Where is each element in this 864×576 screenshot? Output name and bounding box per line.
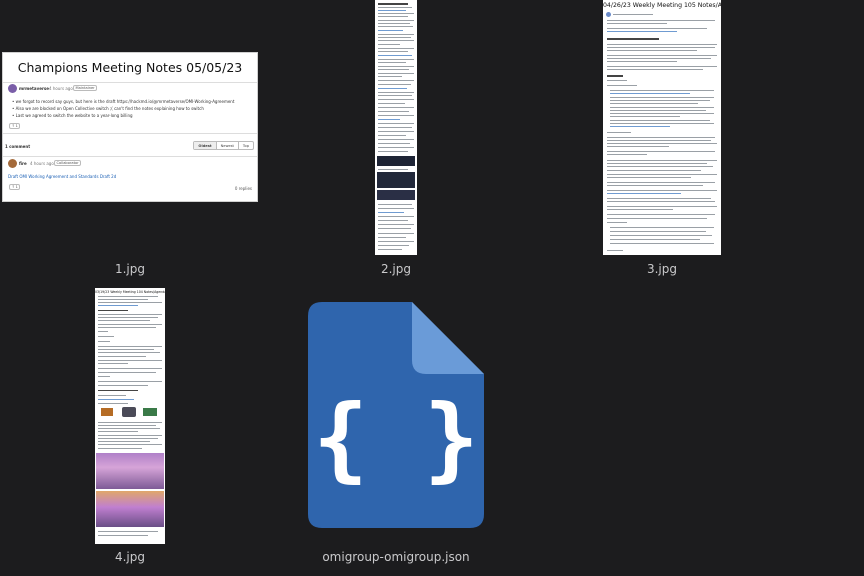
preview-title: 04/26/23 Weekly Meeting 105 Notes/Agenda (603, 2, 721, 9)
tab-oldest: Oldest (194, 142, 217, 149)
thumbnail-1[interactable]: Champions Meeting Notes 05/05/23 mrmetav… (2, 52, 258, 202)
author: mrmetaverse (19, 86, 50, 91)
timestamp: 4 hours ago (49, 86, 73, 91)
reply-role-badge: Collaborator (54, 160, 82, 166)
file-name-2: 2.jpg (380, 262, 412, 276)
reaction-button: ↑ 1 (9, 123, 21, 129)
role-badge: Maintainer (73, 85, 98, 91)
preview-title: 03/19/23 Weekly Meeting 104 Notes/Agenda (95, 290, 165, 294)
tab-top: Top (242, 143, 249, 148)
file-name-1: 1.jpg (114, 262, 146, 276)
reply-link: Draft OMI Working Agreement and Standard… (8, 174, 117, 179)
thumbnail-4[interactable]: 03/19/23 Weekly Meeting 104 Notes/Agenda (95, 288, 165, 544)
replies-count: 0 replies (234, 186, 252, 191)
avatar (8, 84, 17, 93)
json-file-icon[interactable]: { } (308, 302, 484, 528)
comments-count: 1 comment (5, 144, 31, 149)
sort-tabs: Oldest Newest Top (193, 141, 254, 150)
reply-reaction: ↑ 1 (9, 184, 21, 190)
preview-title: Champions Meeting Notes 05/05/23 (17, 60, 243, 75)
bullet-3: • Last we agreed to switch the website t… (12, 113, 133, 118)
thumbnail-2[interactable] (375, 0, 417, 255)
file-name-3: 3.jpg (646, 262, 678, 276)
bullet-2: • Also we are blocked on Open Collective… (12, 106, 204, 111)
reply-avatar (8, 159, 17, 168)
reply-author: fire (19, 161, 27, 166)
reply-timestamp: 4 hours ago (30, 161, 54, 166)
file-name-4: 4.jpg (114, 550, 146, 564)
svg-text:{ }: { } (313, 385, 479, 492)
tab-newest: Newest (217, 142, 239, 149)
bullet-1: • we forgot to record say guys, but here… (12, 99, 235, 104)
file-name-json: omigroup-omigroup.json (322, 550, 470, 564)
thumbnail-3[interactable]: 04/26/23 Weekly Meeting 105 Notes/Agenda (603, 0, 721, 255)
